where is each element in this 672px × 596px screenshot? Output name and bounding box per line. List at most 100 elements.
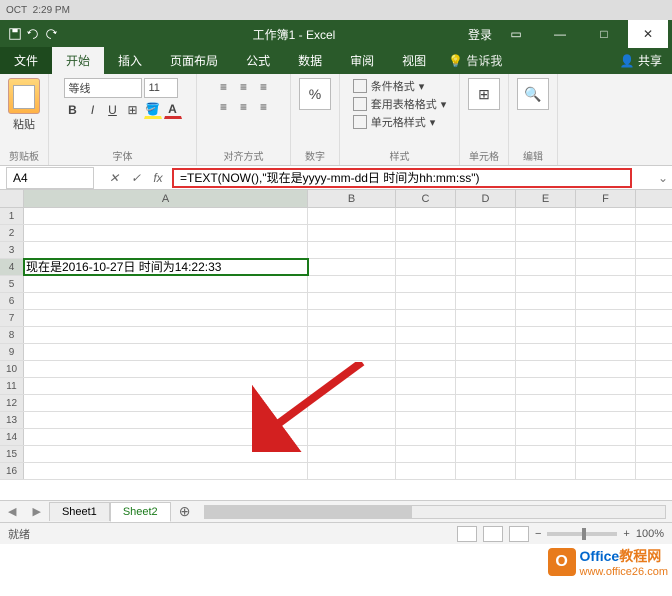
cell[interactable] [456, 361, 516, 377]
cell[interactable] [24, 225, 308, 241]
align-top-icon[interactable]: ≡ [215, 78, 233, 96]
cell[interactable] [308, 378, 396, 394]
cell[interactable] [308, 225, 396, 241]
cell[interactable] [576, 242, 636, 258]
cell[interactable] [516, 344, 576, 360]
cell[interactable] [308, 208, 396, 224]
page-break-view-button[interactable] [509, 526, 529, 542]
cell[interactable] [396, 463, 456, 479]
tab-nav-next[interactable]: ▶ [24, 505, 48, 518]
cell[interactable] [456, 327, 516, 343]
cell[interactable] [308, 344, 396, 360]
sheet-tab-2[interactable]: Sheet2 [110, 502, 171, 522]
border-button[interactable]: ⊞ [124, 101, 142, 119]
row-header[interactable]: 9 [0, 344, 24, 360]
cell[interactable] [396, 446, 456, 462]
row-header[interactable]: 8 [0, 327, 24, 343]
cell[interactable] [308, 310, 396, 326]
row-header[interactable]: 15 [0, 446, 24, 462]
sheet-tab-1[interactable]: Sheet1 [49, 502, 110, 521]
cell[interactable] [456, 429, 516, 445]
cell[interactable] [456, 208, 516, 224]
name-box[interactable]: A4 [6, 167, 94, 189]
undo-icon[interactable] [26, 27, 40, 41]
tab-home[interactable]: 开始 [52, 47, 104, 74]
tab-insert[interactable]: 插入 [104, 47, 156, 74]
zoom-out-button[interactable]: − [535, 528, 541, 540]
cell[interactable] [396, 276, 456, 292]
cell[interactable] [308, 293, 396, 309]
row-header[interactable]: 7 [0, 310, 24, 326]
cell[interactable] [456, 446, 516, 462]
cell[interactable] [456, 378, 516, 394]
normal-view-button[interactable] [457, 526, 477, 542]
cell[interactable] [456, 293, 516, 309]
cell[interactable] [396, 208, 456, 224]
minimize-button[interactable]: — [540, 20, 580, 48]
cell[interactable] [396, 395, 456, 411]
cell[interactable] [576, 463, 636, 479]
cell[interactable] [576, 412, 636, 428]
align-middle-icon[interactable]: ≡ [235, 78, 253, 96]
cell[interactable] [396, 259, 456, 275]
cell[interactable] [396, 344, 456, 360]
cell[interactable] [396, 361, 456, 377]
cell[interactable] [396, 412, 456, 428]
align-bottom-icon[interactable]: ≡ [255, 78, 273, 96]
cell[interactable] [576, 225, 636, 241]
tab-data[interactable]: 数据 [284, 47, 336, 74]
cell[interactable] [576, 361, 636, 377]
tellme-search[interactable]: 💡 告诉我 [440, 47, 610, 74]
cell[interactable] [456, 276, 516, 292]
zoom-level[interactable]: 100% [636, 528, 664, 540]
cell[interactable] [516, 395, 576, 411]
tab-layout[interactable]: 页面布局 [156, 47, 232, 74]
cell[interactable] [516, 327, 576, 343]
cell[interactable] [456, 463, 516, 479]
font-name-select[interactable]: 等线 [64, 78, 142, 98]
row-header[interactable]: 11 [0, 378, 24, 394]
tab-review[interactable]: 审阅 [336, 47, 388, 74]
conditional-format-button[interactable]: 条件格式 ▾ [353, 78, 447, 94]
col-header-c[interactable]: C [396, 190, 456, 207]
page-layout-view-button[interactable] [483, 526, 503, 542]
cell[interactable] [516, 463, 576, 479]
cell[interactable] [516, 259, 576, 275]
italic-button[interactable]: I [84, 101, 102, 119]
cell-style-button[interactable]: 单元格样式 ▾ [353, 114, 447, 130]
cell[interactable] [24, 463, 308, 479]
horizontal-scrollbar[interactable] [204, 505, 666, 519]
editing-button[interactable]: 🔍 [517, 78, 549, 110]
cell[interactable] [456, 344, 516, 360]
cell[interactable] [308, 446, 396, 462]
row-header[interactable]: 5 [0, 276, 24, 292]
cell[interactable] [24, 412, 308, 428]
expand-formula-icon[interactable]: ⌄ [654, 171, 672, 185]
row-header[interactable]: 13 [0, 412, 24, 428]
cell[interactable] [516, 225, 576, 241]
cell[interactable] [576, 259, 636, 275]
cell[interactable] [396, 429, 456, 445]
cell[interactable] [456, 412, 516, 428]
table-format-button[interactable]: 套用表格格式 ▾ [353, 96, 447, 112]
maximize-button[interactable]: □ [584, 20, 624, 48]
cell[interactable] [396, 327, 456, 343]
cell[interactable] [396, 242, 456, 258]
cell[interactable] [576, 429, 636, 445]
cell[interactable] [576, 310, 636, 326]
align-right-icon[interactable]: ≡ [255, 98, 273, 116]
underline-button[interactable]: U [104, 101, 122, 119]
cell[interactable] [576, 327, 636, 343]
cell[interactable] [308, 361, 396, 377]
cell[interactable]: 现在是2016-10-27日 时间为14:22:33 [24, 259, 308, 275]
cell[interactable] [24, 208, 308, 224]
font-color-button[interactable]: A [164, 101, 182, 119]
cell[interactable] [308, 276, 396, 292]
cell[interactable] [576, 208, 636, 224]
cell[interactable] [24, 293, 308, 309]
col-header-d[interactable]: D [456, 190, 516, 207]
cell[interactable] [456, 395, 516, 411]
redo-icon[interactable] [44, 27, 58, 41]
cell[interactable] [308, 242, 396, 258]
cell[interactable] [516, 208, 576, 224]
